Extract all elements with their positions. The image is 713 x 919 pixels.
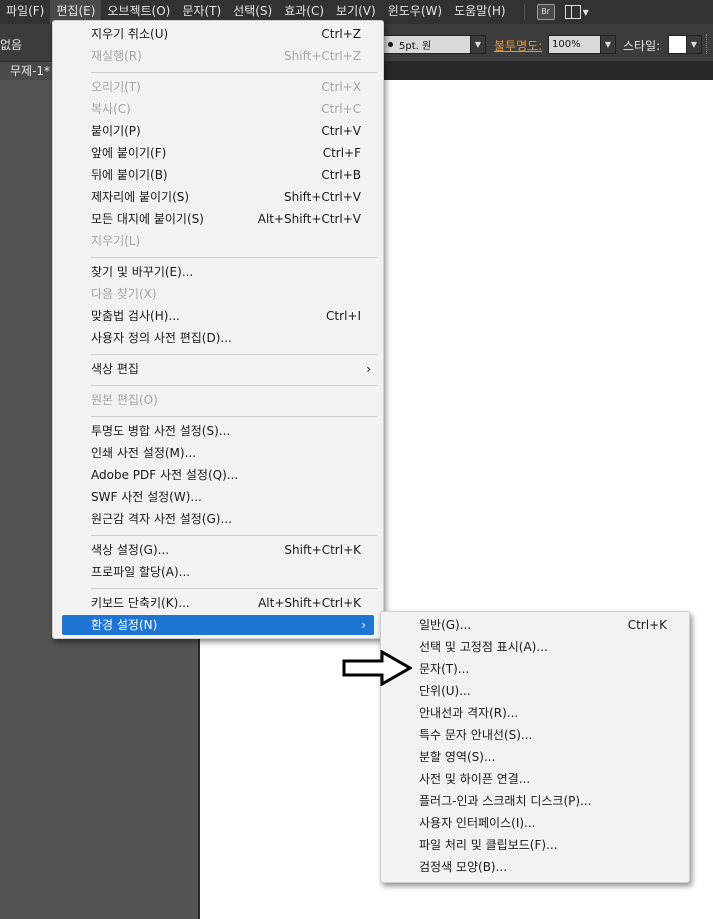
- brush-dot-icon: [388, 42, 393, 47]
- preferences-submenu: 일반(G)... Ctrl+K 선택 및 고정점 표시(A)... 문자(T)..…: [380, 611, 690, 883]
- menu-item-edit-original: 원본 편집(O): [91, 393, 158, 407]
- menubar-divider: [523, 4, 525, 20]
- menu-window[interactable]: 윈도우(W): [382, 0, 448, 24]
- chevron-down-icon[interactable]: ▼: [470, 36, 485, 53]
- submenu-item-guides-grid[interactable]: 안내선과 격자(R)...: [381, 702, 689, 724]
- menu-item-edit-colors[interactable]: 색상 편집 ›: [53, 358, 383, 380]
- opacity-label[interactable]: 불투명도:: [494, 37, 542, 54]
- submenu-item-slices[interactable]: 분할 영역(S)...: [381, 746, 689, 768]
- arrow-right-outline-icon: [342, 650, 412, 686]
- submenu-item-user-interface[interactable]: 사용자 인터페이스(I)...: [381, 812, 689, 834]
- bridge-icon[interactable]: Br: [536, 4, 555, 20]
- opacity-input[interactable]: 100% ▼: [548, 35, 616, 54]
- graphic-style-swatch[interactable]: [668, 35, 687, 54]
- submenu-item-appearance-of-black[interactable]: 검정색 모양(B)...: [381, 856, 689, 878]
- chevron-right-icon: ›: [366, 362, 371, 376]
- stroke-profile-value: 5pt. 원: [399, 41, 432, 52]
- submenu-item-plugins-scratch-disks[interactable]: 플러그-인과 스크래치 디스크(P)...: [381, 790, 689, 812]
- edit-menu: 지우기 취소(U) Ctrl+Z 재실행(R) Shift+Ctrl+Z 오리기(T…: [52, 20, 384, 639]
- menu-item-paste-in-place[interactable]: 제자리에 붙이기(S) Shift+Ctrl+V: [53, 186, 383, 208]
- menu-separator: [91, 354, 377, 355]
- opacity-value[interactable]: 100%: [549, 39, 600, 50]
- panel-grip[interactable]: [706, 34, 709, 54]
- menu-separator: [91, 385, 377, 386]
- menu-item-paste-on-all-artboards[interactable]: 모든 대지에 붙이기(S) Alt+Shift+Ctrl+V: [53, 208, 383, 230]
- menu-item-paste-in-back[interactable]: 뒤에 붙이기(B) Ctrl+B: [53, 164, 383, 186]
- menu-item-check-spelling[interactable]: 맞춤법 검사(H)... Ctrl+I: [53, 305, 383, 327]
- menu-item-flattener-presets[interactable]: 투명도 병합 사전 설정(S)...: [53, 420, 383, 442]
- submenu-item-file-handling-clipboard[interactable]: 파일 처리 및 클립보드(F)...: [381, 834, 689, 856]
- style-label: 스타일:: [623, 39, 661, 53]
- menu-item-clear: 지우기(L): [91, 234, 141, 248]
- menu-item-preferences[interactable]: 환경 설정(N) ›: [62, 615, 374, 635]
- menu-file[interactable]: 파일(F): [0, 0, 50, 24]
- menu-item-cut: 오리기(T) Ctrl+X: [91, 80, 361, 94]
- menu-item-assign-profile[interactable]: 프로파일 할당(A)...: [53, 561, 383, 583]
- arrange-documents-icon[interactable]: ▼: [564, 5, 589, 19]
- menu-item-copy: 복사(C) Ctrl+C: [91, 102, 361, 116]
- menu-item-redo: 재실행(R) Shift+Ctrl+Z: [91, 49, 361, 63]
- document-tab[interactable]: 무제-1*: [0, 62, 55, 80]
- menu-separator: [91, 588, 377, 589]
- menu-item-print-presets[interactable]: 인쇄 사전 설정(M)...: [53, 442, 383, 464]
- submenu-item-general[interactable]: 일반(G)... Ctrl+K: [381, 614, 689, 636]
- submenu-item-selection-anchor-display[interactable]: 선택 및 고정점 표시(A)...: [381, 636, 689, 658]
- menu-item-undo[interactable]: 지우기 취소(U) Ctrl+Z: [53, 23, 383, 45]
- menu-item-find-next: 다음 찾기(X): [91, 287, 157, 301]
- chevron-down-icon[interactable]: ▼: [686, 35, 702, 54]
- menu-item-swf-presets[interactable]: SWF 사전 설정(W)...: [53, 486, 383, 508]
- submenu-item-smart-guides[interactable]: 특수 문자 안내선(S)...: [381, 724, 689, 746]
- menu-item-edit-dictionary[interactable]: 사용자 정의 사전 편집(D)...: [53, 327, 383, 349]
- menu-separator: [91, 257, 377, 258]
- chevron-right-icon: ›: [361, 618, 366, 632]
- menu-item-paste-in-front[interactable]: 앞에 붙이기(F) Ctrl+F: [53, 142, 383, 164]
- submenu-item-hyphenation[interactable]: 사전 및 하이픈 연결...: [381, 768, 689, 790]
- stroke-profile-select[interactable]: 5pt. 원 ▼: [380, 35, 486, 54]
- submenu-item-units[interactable]: 단위(U)...: [381, 680, 689, 702]
- submenu-item-type[interactable]: 문자(T)...: [381, 658, 689, 680]
- menu-help[interactable]: 도움말(H): [448, 0, 512, 24]
- menu-separator: [91, 72, 377, 73]
- menu-item-keyboard-shortcuts[interactable]: 키보드 단축키(K)... Alt+Shift+Ctrl+K: [53, 592, 383, 614]
- chevron-down-icon[interactable]: ▼: [600, 36, 615, 53]
- menu-item-find-replace[interactable]: 찾기 및 바꾸기(E)...: [53, 261, 383, 283]
- menu-separator: [91, 416, 377, 417]
- menu-item-paste[interactable]: 붙이기(P) Ctrl+V: [53, 120, 383, 142]
- menu-item-perspective-grid-presets[interactable]: 원근감 격자 사전 설정(G)...: [53, 508, 383, 530]
- menu-item-color-settings[interactable]: 색상 설정(G)... Shift+Ctrl+K: [53, 539, 383, 561]
- selection-status: 없음: [0, 38, 23, 52]
- menu-separator: [91, 535, 377, 536]
- menu-item-pdf-presets[interactable]: Adobe PDF 사전 설정(Q)...: [53, 464, 383, 486]
